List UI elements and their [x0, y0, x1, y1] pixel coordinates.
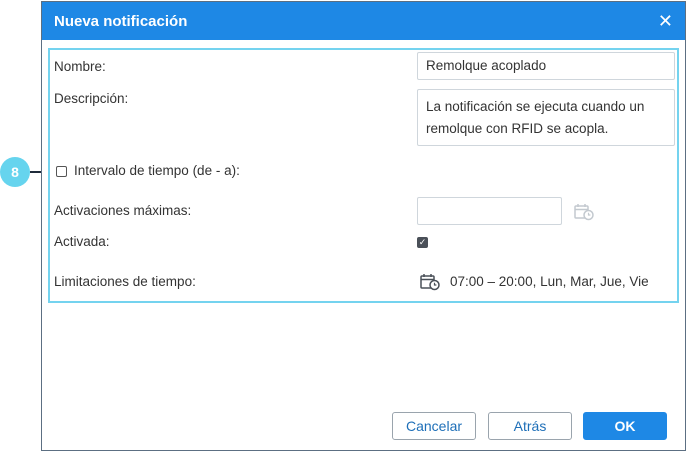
back-button[interactable]: Atrás — [488, 412, 572, 440]
name-label: Nombre: — [54, 59, 106, 74]
dialog-titlebar: Nueva notificación ✕ — [42, 2, 685, 40]
time-limits-label: Limitaciones de tiempo: — [54, 274, 196, 289]
interval-checkbox[interactable] — [56, 166, 67, 177]
calendar-clock-icon[interactable] — [574, 203, 594, 221]
name-field[interactable]: Remolque acoplado — [417, 52, 675, 80]
enabled-checkbox[interactable]: ✓ — [417, 237, 428, 248]
dialog-title: Nueva notificación — [54, 12, 188, 30]
callout-badge: 8 — [0, 157, 30, 187]
ok-button[interactable]: OK — [583, 412, 667, 440]
interval-label: Intervalo de tiempo (de - a): — [74, 163, 240, 178]
close-icon[interactable]: ✕ — [658, 12, 673, 30]
notification-dialog: Nueva notificación ✕ Nombre: Remolque ac… — [41, 1, 686, 451]
description-label: Descripción: — [54, 91, 129, 106]
enabled-label: Activada: — [54, 234, 110, 249]
max-activations-field[interactable] — [417, 197, 562, 225]
time-limits-value[interactable]: 07:00 – 20:00, Lun, Mar, Jue, Vie — [450, 274, 649, 289]
max-activations-label: Activaciones máximas: — [54, 203, 192, 218]
cancel-button[interactable]: Cancelar — [392, 412, 476, 440]
description-field[interactable]: La notificación se ejecuta cuando un rem… — [417, 89, 675, 146]
calendar-clock-icon[interactable] — [420, 273, 440, 291]
